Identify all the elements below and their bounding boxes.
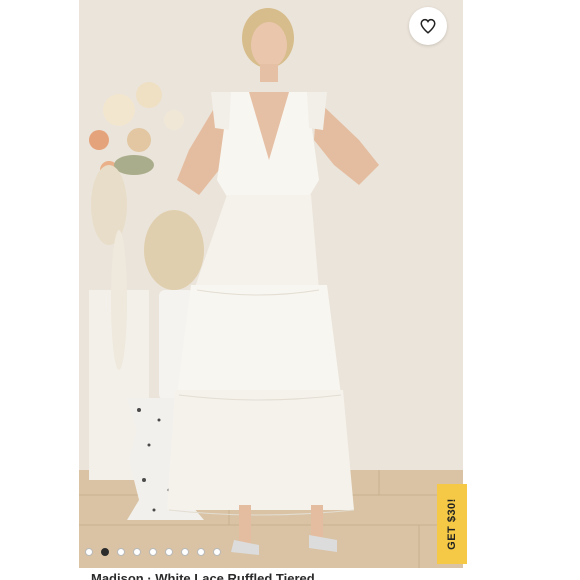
- favorite-button[interactable]: [409, 7, 447, 45]
- product-image: [79, 0, 463, 568]
- carousel-dot[interactable]: [117, 548, 125, 556]
- product-photo[interactable]: [79, 0, 463, 568]
- carousel-dot-active[interactable]: [101, 548, 109, 556]
- product-title-text: Madison · White Lace Ruffled Tiered: [91, 571, 315, 580]
- carousel-dot[interactable]: [197, 548, 205, 556]
- product-title[interactable]: Madison · White Lace Ruffled Tiered: [91, 571, 451, 580]
- carousel-dot[interactable]: [213, 548, 221, 556]
- carousel-dot[interactable]: [181, 548, 189, 556]
- carousel-dots: [85, 548, 221, 556]
- carousel-dot[interactable]: [165, 548, 173, 556]
- carousel-dot[interactable]: [85, 548, 93, 556]
- promo-label: GET $30!: [446, 498, 458, 550]
- promo-tab[interactable]: GET $30!: [437, 484, 467, 564]
- heart-icon: [420, 18, 436, 34]
- carousel-dot[interactable]: [149, 548, 157, 556]
- carousel-dot[interactable]: [133, 548, 141, 556]
